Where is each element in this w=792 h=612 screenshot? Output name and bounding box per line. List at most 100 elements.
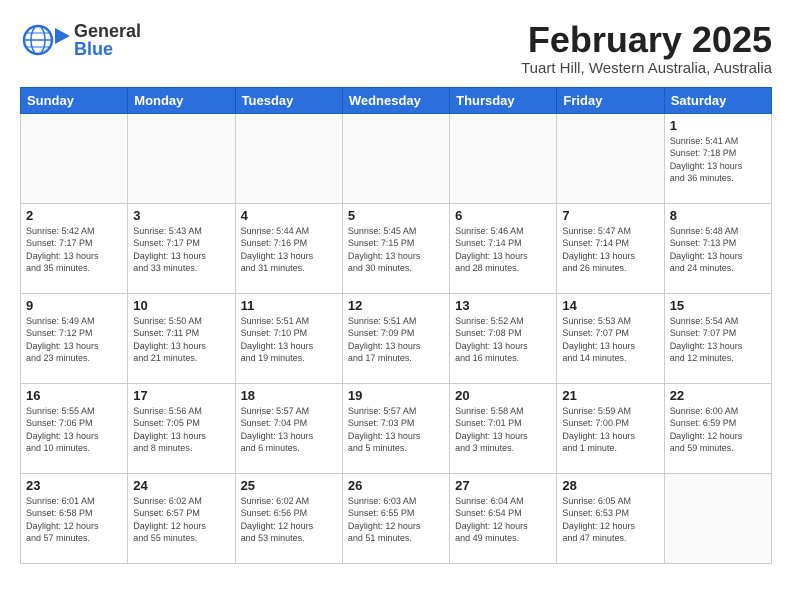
weekday-header-sunday: Sunday [21, 87, 128, 113]
day-number: 10 [133, 298, 229, 313]
calendar-day: 12 Sunrise: 5:51 AM Sunset: 7:09 PM Dayli… [342, 293, 449, 383]
day-number: 21 [562, 388, 658, 403]
calendar-day [21, 113, 128, 203]
weekday-header-row: SundayMondayTuesdayWednesdayThursdayFrid… [21, 87, 772, 113]
calendar-day: 5 Sunrise: 5:45 AM Sunset: 7:15 PM Daylig… [342, 203, 449, 293]
calendar-day: 3 Sunrise: 5:43 AM Sunset: 7:17 PM Daylig… [128, 203, 235, 293]
day-info: Sunrise: 5:48 AM Sunset: 7:13 PM Dayligh… [670, 225, 766, 275]
day-info: Sunrise: 6:05 AM Sunset: 6:53 PM Dayligh… [562, 495, 658, 545]
day-info: Sunrise: 6:04 AM Sunset: 6:54 PM Dayligh… [455, 495, 551, 545]
day-number: 1 [670, 118, 766, 133]
calendar-day: 21 Sunrise: 5:59 AM Sunset: 7:00 PM Dayli… [557, 383, 664, 473]
calendar-day: 6 Sunrise: 5:46 AM Sunset: 7:14 PM Daylig… [450, 203, 557, 293]
calendar-day: 1 Sunrise: 5:41 AM Sunset: 7:18 PM Daylig… [664, 113, 771, 203]
day-number: 6 [455, 208, 551, 223]
calendar-day [342, 113, 449, 203]
calendar-day: 19 Sunrise: 5:57 AM Sunset: 7:03 PM Dayli… [342, 383, 449, 473]
day-info: Sunrise: 5:50 AM Sunset: 7:11 PM Dayligh… [133, 315, 229, 365]
day-info: Sunrise: 5:46 AM Sunset: 7:14 PM Dayligh… [455, 225, 551, 275]
day-info: Sunrise: 5:44 AM Sunset: 7:16 PM Dayligh… [241, 225, 337, 275]
day-info: Sunrise: 5:51 AM Sunset: 7:09 PM Dayligh… [348, 315, 444, 365]
location: Tuart Hill, Western Australia, Australia [521, 60, 772, 77]
calendar-day: 7 Sunrise: 5:47 AM Sunset: 7:14 PM Daylig… [557, 203, 664, 293]
calendar-day: 9 Sunrise: 5:49 AM Sunset: 7:12 PM Daylig… [21, 293, 128, 383]
weekday-header-tuesday: Tuesday [235, 87, 342, 113]
calendar-week-4: 23 Sunrise: 6:01 AM Sunset: 6:58 PM Dayli… [21, 473, 772, 563]
day-info: Sunrise: 5:55 AM Sunset: 7:06 PM Dayligh… [26, 405, 122, 455]
logo-general: General [74, 22, 141, 40]
day-info: Sunrise: 6:02 AM Sunset: 6:56 PM Dayligh… [241, 495, 337, 545]
calendar-day: 27 Sunrise: 6:04 AM Sunset: 6:54 PM Dayli… [450, 473, 557, 563]
calendar-day: 16Sunrise: 5:55 AM Sunset: 7:06 PM Dayli… [21, 383, 128, 473]
calendar-day: 18 Sunrise: 5:57 AM Sunset: 7:04 PM Dayli… [235, 383, 342, 473]
logo-text: General Blue [74, 22, 141, 58]
day-info: Sunrise: 5:52 AM Sunset: 7:08 PM Dayligh… [455, 315, 551, 365]
day-number: 19 [348, 388, 444, 403]
calendar-day [557, 113, 664, 203]
calendar-day: 20Sunrise: 5:58 AM Sunset: 7:01 PM Dayli… [450, 383, 557, 473]
day-info: Sunrise: 5:54 AM Sunset: 7:07 PM Dayligh… [670, 315, 766, 365]
day-number: 17 [133, 388, 229, 403]
calendar-day: 13Sunrise: 5:52 AM Sunset: 7:08 PM Dayli… [450, 293, 557, 383]
weekday-header-saturday: Saturday [664, 87, 771, 113]
calendar-day: 14 Sunrise: 5:53 AM Sunset: 7:07 PM Dayli… [557, 293, 664, 383]
calendar-day: 4 Sunrise: 5:44 AM Sunset: 7:16 PM Daylig… [235, 203, 342, 293]
day-info: Sunrise: 6:00 AM Sunset: 6:59 PM Dayligh… [670, 405, 766, 455]
day-info: Sunrise: 5:43 AM Sunset: 7:17 PM Dayligh… [133, 225, 229, 275]
calendar-day: 22 Sunrise: 6:00 AM Sunset: 6:59 PM Dayli… [664, 383, 771, 473]
day-number: 28 [562, 478, 658, 493]
day-number: 23 [26, 478, 122, 493]
day-number: 15 [670, 298, 766, 313]
calendar-day [664, 473, 771, 563]
day-number: 18 [241, 388, 337, 403]
calendar-day: 17Sunrise: 5:56 AM Sunset: 7:05 PM Dayli… [128, 383, 235, 473]
day-info: Sunrise: 5:59 AM Sunset: 7:00 PM Dayligh… [562, 405, 658, 455]
day-info: Sunrise: 6:03 AM Sunset: 6:55 PM Dayligh… [348, 495, 444, 545]
weekday-header-wednesday: Wednesday [342, 87, 449, 113]
day-info: Sunrise: 5:41 AM Sunset: 7:18 PM Dayligh… [670, 135, 766, 185]
day-number: 11 [241, 298, 337, 313]
day-number: 2 [26, 208, 122, 223]
logo-blue: Blue [74, 40, 141, 58]
day-info: Sunrise: 5:47 AM Sunset: 7:14 PM Dayligh… [562, 225, 658, 275]
day-info: Sunrise: 6:02 AM Sunset: 6:57 PM Dayligh… [133, 495, 229, 545]
day-number: 5 [348, 208, 444, 223]
day-number: 4 [241, 208, 337, 223]
day-number: 25 [241, 478, 337, 493]
calendar-day: 23 Sunrise: 6:01 AM Sunset: 6:58 PM Dayli… [21, 473, 128, 563]
calendar-day: 24 Sunrise: 6:02 AM Sunset: 6:57 PM Dayli… [128, 473, 235, 563]
day-info: Sunrise: 5:57 AM Sunset: 7:03 PM Dayligh… [348, 405, 444, 455]
day-info: Sunrise: 5:53 AM Sunset: 7:07 PM Dayligh… [562, 315, 658, 365]
day-number: 3 [133, 208, 229, 223]
month-title: February 2025 [521, 20, 772, 60]
day-number: 24 [133, 478, 229, 493]
logo-icon [20, 20, 70, 60]
page-header: General Blue February 2025 Tuart Hill, W… [20, 20, 772, 77]
weekday-header-monday: Monday [128, 87, 235, 113]
title-block: February 2025 Tuart Hill, Western Austra… [521, 20, 772, 77]
day-info: Sunrise: 6:01 AM Sunset: 6:58 PM Dayligh… [26, 495, 122, 545]
day-number: 27 [455, 478, 551, 493]
day-number: 9 [26, 298, 122, 313]
day-number: 12 [348, 298, 444, 313]
day-info: Sunrise: 5:57 AM Sunset: 7:04 PM Dayligh… [241, 405, 337, 455]
calendar-day: 11Sunrise: 5:51 AM Sunset: 7:10 PM Dayli… [235, 293, 342, 383]
calendar-week-0: 1 Sunrise: 5:41 AM Sunset: 7:18 PM Daylig… [21, 113, 772, 203]
weekday-header-friday: Friday [557, 87, 664, 113]
calendar-day: 26 Sunrise: 6:03 AM Sunset: 6:55 PM Dayli… [342, 473, 449, 563]
calendar-day: 15 Sunrise: 5:54 AM Sunset: 7:07 PM Dayli… [664, 293, 771, 383]
logo: General Blue [20, 20, 141, 60]
day-info: Sunrise: 5:49 AM Sunset: 7:12 PM Dayligh… [26, 315, 122, 365]
calendar-day: 2Sunrise: 5:42 AM Sunset: 7:17 PM Daylig… [21, 203, 128, 293]
calendar-table: SundayMondayTuesdayWednesdayThursdayFrid… [20, 87, 772, 564]
calendar-day [450, 113, 557, 203]
day-number: 22 [670, 388, 766, 403]
day-number: 8 [670, 208, 766, 223]
day-info: Sunrise: 5:58 AM Sunset: 7:01 PM Dayligh… [455, 405, 551, 455]
day-number: 14 [562, 298, 658, 313]
calendar-week-2: 9 Sunrise: 5:49 AM Sunset: 7:12 PM Daylig… [21, 293, 772, 383]
weekday-header-thursday: Thursday [450, 87, 557, 113]
day-number: 26 [348, 478, 444, 493]
day-info: Sunrise: 5:45 AM Sunset: 7:15 PM Dayligh… [348, 225, 444, 275]
day-number: 7 [562, 208, 658, 223]
